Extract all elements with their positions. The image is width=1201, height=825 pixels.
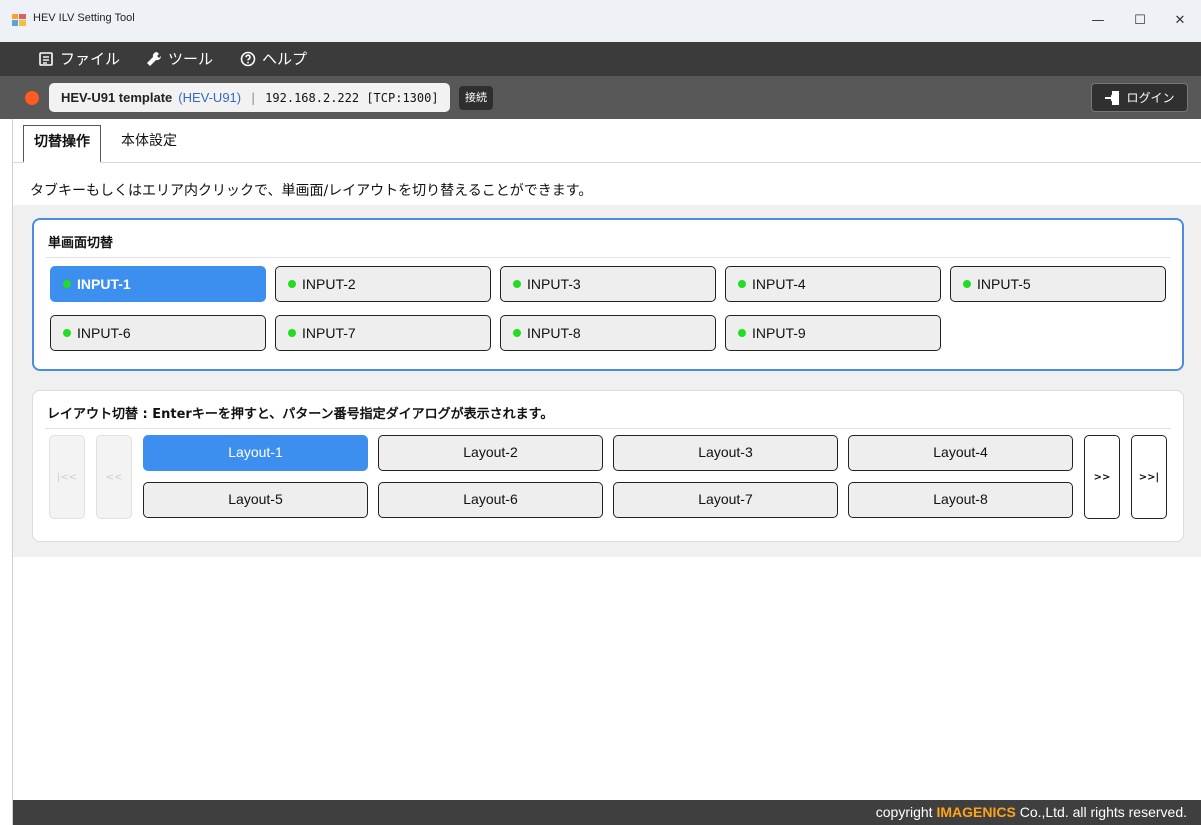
copyright-prefix: copyright [875, 804, 937, 820]
layout-button-8[interactable]: Layout-8 [848, 482, 1073, 518]
device-name: HEV-U91 template [61, 90, 173, 105]
signal-led-icon [738, 280, 746, 288]
title-bar: HEV ILV Setting Tool — ☐ ✕ [0, 0, 1201, 42]
signal-led-icon [63, 280, 71, 288]
login-label: ログイン [1126, 91, 1175, 105]
separator: | [251, 90, 256, 105]
last-page-button[interactable]: >>| [1131, 435, 1167, 519]
device-address: 192.168.2.222 [TCP:1300] [265, 90, 439, 105]
menu-tool[interactable]: ツール [146, 42, 213, 76]
input-label: INPUT-1 [77, 276, 131, 292]
input-button-4[interactable]: INPUT-4 [725, 266, 941, 302]
connection-status-indicator [25, 91, 39, 105]
input-label: INPUT-6 [77, 325, 131, 341]
maximize-button[interactable]: ☐ [1125, 8, 1155, 34]
layout-button-2[interactable]: Layout-2 [378, 435, 603, 471]
menu-help[interactable]: ヘルプ [240, 42, 307, 76]
input-label: INPUT-3 [527, 276, 581, 292]
input-button-5[interactable]: INPUT-5 [950, 266, 1166, 302]
signal-led-icon [63, 329, 71, 337]
input-button-1[interactable]: INPUT-1 [50, 266, 266, 302]
input-label: INPUT-7 [302, 325, 356, 341]
connection-target-field[interactable]: HEV-U91 template (HEV-U91) | 192.168.2.2… [49, 83, 450, 112]
menu-file[interactable]: ファイル [38, 42, 120, 76]
signal-led-icon [513, 329, 521, 337]
input-label: INPUT-8 [527, 325, 581, 341]
input-label: INPUT-4 [752, 276, 806, 292]
footer: copyright IMAGENICS Co.,Ltd. all rights … [13, 800, 1201, 825]
app-window: HEV ILV Setting Tool — ☐ ✕ ファイル ツール ヘルプ … [0, 0, 1201, 825]
connection-bar: HEV-U91 template (HEV-U91) | 192.168.2.2… [0, 76, 1201, 119]
layout-button-6[interactable]: Layout-6 [378, 482, 603, 518]
signal-led-icon [963, 280, 971, 288]
input-label: INPUT-2 [302, 276, 356, 292]
input-button-8[interactable]: INPUT-8 [500, 315, 716, 351]
prev-page-button[interactable]: << [96, 435, 132, 519]
menu-file-label: ファイル [60, 50, 121, 68]
window-title: HEV ILV Setting Tool [33, 12, 135, 24]
input-button-3[interactable]: INPUT-3 [500, 266, 716, 302]
signal-led-icon [288, 329, 296, 337]
input-button-7[interactable]: INPUT-7 [275, 315, 491, 351]
input-button-6[interactable]: INPUT-6 [50, 315, 266, 351]
tab-switching[interactable]: 切替操作 [23, 125, 101, 163]
input-label: INPUT-5 [977, 276, 1031, 292]
next-page-button[interactable]: >> [1084, 435, 1120, 519]
close-button[interactable]: ✕ [1165, 8, 1195, 34]
left-border [0, 119, 13, 825]
signal-led-icon [738, 329, 746, 337]
input-label: INPUT-9 [752, 325, 806, 341]
divider [46, 257, 1170, 258]
divider [45, 428, 1171, 429]
app-icon [12, 14, 26, 26]
layout-button-7[interactable]: Layout-7 [613, 482, 838, 518]
layout-button-5[interactable]: Layout-5 [143, 482, 368, 518]
signal-led-icon [513, 280, 521, 288]
wrench-icon [147, 51, 162, 66]
menu-tool-label: ツール [168, 50, 214, 68]
single-screen-panel[interactable]: 単画面切替 INPUT-1 INPUT-2 INPUT-3 INPUT-4 IN… [32, 218, 1184, 371]
login-button[interactable]: ログイン [1091, 83, 1188, 112]
document-icon [39, 52, 53, 66]
signal-led-icon [288, 280, 296, 288]
input-button-2[interactable]: INPUT-2 [275, 266, 491, 302]
tab-settings[interactable]: 本体設定 [111, 125, 187, 158]
layout-button-4[interactable]: Layout-4 [848, 435, 1073, 471]
minimize-button[interactable]: — [1083, 8, 1113, 34]
layout-panel[interactable]: レイアウト切替 : Enterキーを押すと、パターン番号指定ダイアログが表示され… [32, 390, 1184, 542]
first-page-button[interactable]: |<< [49, 435, 85, 519]
menu-bar: ファイル ツール ヘルプ [0, 42, 1201, 76]
copyright-suffix: Co.,Ltd. all rights reserved. [1015, 804, 1187, 820]
copyright-text: copyright IMAGENICS Co.,Ltd. all rights … [876, 804, 1187, 820]
connect-button[interactable]: 接続 [459, 86, 493, 110]
device-model: (HEV-U91) [178, 90, 242, 105]
single-screen-title: 単画面切替 [48, 236, 114, 251]
layout-title: レイアウト切替 : Enterキーを押すと、パターン番号指定ダイアログが表示され… [47, 407, 554, 422]
layout-button-1[interactable]: Layout-1 [143, 435, 368, 471]
brand-name: IMAGENICS [936, 804, 1016, 820]
input-button-9[interactable]: INPUT-9 [725, 315, 941, 351]
tab-bar: 切替操作 本体設定 [13, 119, 1201, 163]
instruction-text: タブキーもしくはエリア内クリックで、単画面/レイアウトを切り替えることができます… [30, 183, 593, 199]
menu-help-label: ヘルプ [262, 50, 308, 68]
layout-button-3[interactable]: Layout-3 [613, 435, 838, 471]
login-icon [1105, 90, 1120, 105]
help-icon [240, 51, 256, 67]
